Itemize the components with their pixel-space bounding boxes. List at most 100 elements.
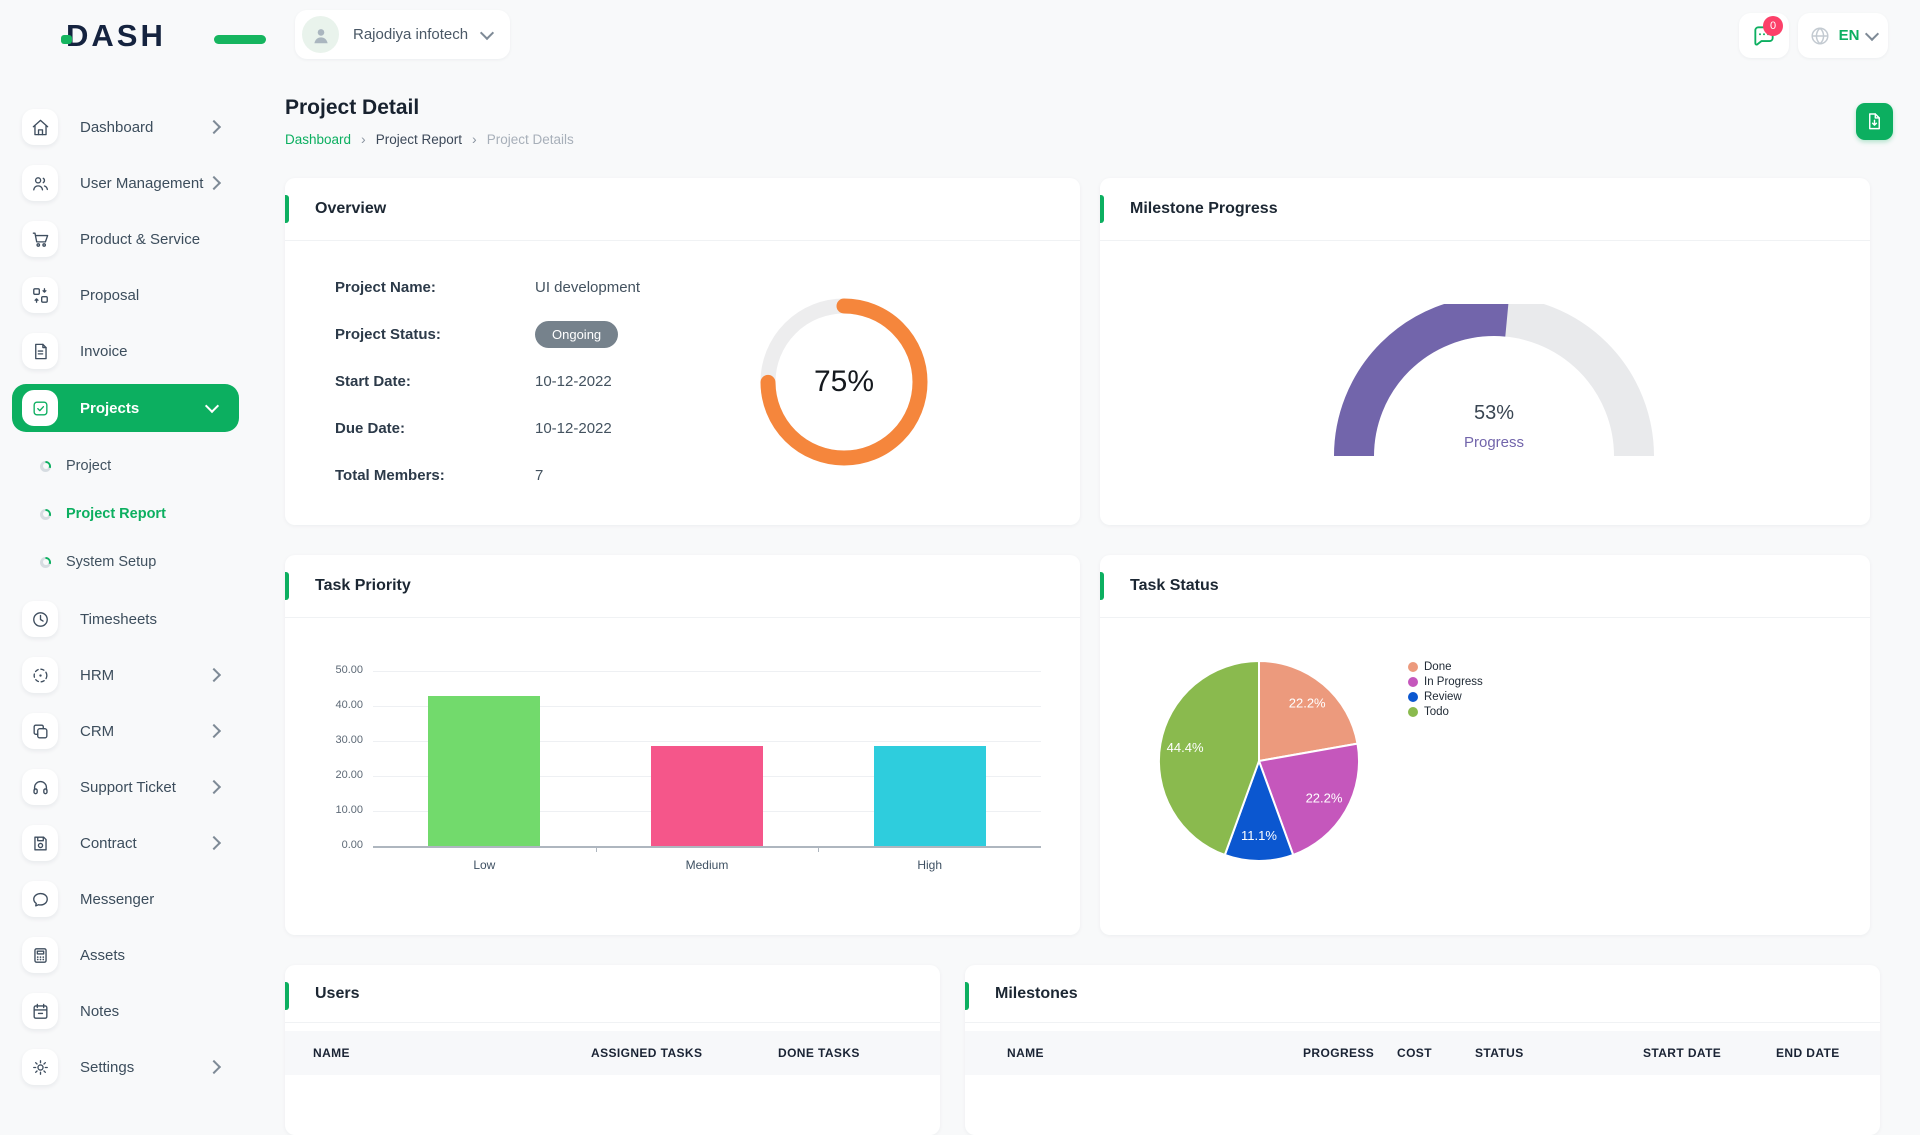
top-bar: DASH Rajodiya infotech: [0, 0, 1920, 72]
sidebar-item-label: Messenger: [80, 891, 154, 908]
overview-card-title: Overview: [285, 178, 1080, 241]
users-card-title: Users: [285, 965, 940, 1023]
legend-dot: [1408, 662, 1418, 672]
sidebar: Dashboard User Management Product & Servic…: [0, 72, 245, 1080]
overview-row-project-status: Project Status: Ongoing: [335, 321, 640, 348]
sidebar-item-label: Contract: [80, 835, 137, 852]
column-header-name: NAME: [1007, 1046, 1303, 1060]
legend-label: Done: [1424, 661, 1452, 673]
milestones-card: Milestones NAMEPROGRESSCOSTSTATUSSTART D…: [965, 965, 1880, 1135]
overview-detail-list: Project Name: UI development Project Sta…: [335, 274, 640, 509]
language-selector[interactable]: EN: [1798, 13, 1888, 58]
file-export-icon: [1865, 112, 1884, 131]
breadcrumb: Dashboard›Project Report›Project Details: [285, 131, 574, 147]
field-label: Project Name:: [335, 279, 535, 296]
sidebar-item-assets[interactable]: Assets: [0, 932, 245, 978]
export-button[interactable]: [1856, 103, 1893, 140]
notifications-button[interactable]: 0: [1739, 13, 1789, 58]
sidebar-item-support-ticket[interactable]: Support Ticket: [0, 764, 245, 810]
sidebar-item-invoice[interactable]: Invoice: [0, 328, 245, 374]
breadcrumb-separator: ›: [361, 131, 366, 147]
sidebar-item-notes[interactable]: Notes: [0, 988, 245, 1034]
column-header-cost: COST: [1397, 1046, 1475, 1060]
headset-icon: [22, 769, 58, 805]
pie-slice-label: 22.2%: [1289, 696, 1326, 711]
breadcrumb-item-dashboard[interactable]: Dashboard: [285, 132, 351, 147]
sidebar-item-label: Settings: [80, 1059, 134, 1076]
sidebar-item-timesheets[interactable]: Timesheets: [0, 596, 245, 642]
chevron-right-icon: [207, 668, 221, 682]
legend-item-todo: Todo: [1408, 706, 1483, 718]
crm-overlap-icon: [22, 713, 58, 749]
checkbox-icon: [22, 390, 58, 426]
sidebar-item-crm[interactable]: CRM: [0, 708, 245, 754]
x-axis-label-medium: Medium: [596, 858, 819, 872]
calculator-icon: [22, 937, 58, 973]
pie-slice-label: 11.1%: [1241, 828, 1277, 843]
task-status-card-title: Task Status: [1100, 555, 1870, 618]
milestones-card-title: Milestones: [965, 965, 1880, 1023]
legend-dot: [1408, 707, 1418, 717]
users-table-header: NAMEASSIGNED TASKSDONE TASKS: [285, 1031, 940, 1075]
sidebar-item-label: Support Ticket: [80, 779, 176, 796]
sidebar-item-label: User Management: [80, 175, 203, 192]
overview-card: Overview Project Name: UI development Pr…: [285, 178, 1080, 525]
sidebar-subitem-system-setup[interactable]: System Setup: [0, 538, 245, 586]
company-selector[interactable]: Rajodiya infotech: [295, 10, 510, 59]
chevron-right-icon: [207, 836, 221, 850]
bullet-icon: [40, 461, 51, 472]
x-axis-label-low: Low: [373, 858, 596, 872]
chat-bubble-icon: 0: [1751, 23, 1777, 49]
sidebar-item-settings[interactable]: Settings: [0, 1044, 245, 1090]
users-card: Users NAMEASSIGNED TASKSDONE TASKS: [285, 965, 940, 1135]
sidebar-subitem-project-report[interactable]: Project Report: [0, 490, 245, 538]
sidebar-item-product-service[interactable]: Product & Service: [0, 216, 245, 262]
sidebar-item-contract[interactable]: Contract: [0, 820, 245, 866]
brand-logo-text: DASH: [66, 18, 166, 54]
bullet-icon: [40, 557, 51, 568]
legend-label: In Progress: [1424, 676, 1483, 688]
chevron-down-icon: [480, 25, 494, 39]
chevron-right-icon: [207, 780, 221, 794]
sidebar-item-dashboard[interactable]: Dashboard: [0, 104, 245, 150]
sidebar-item-user-management[interactable]: User Management: [0, 160, 245, 206]
globe-icon: [1809, 25, 1831, 47]
brand-logo[interactable]: DASH: [66, 15, 166, 57]
field-value: 10-12-2022: [535, 373, 612, 390]
chevron-down-icon: [1865, 26, 1879, 40]
project-progress-donut: 75%: [754, 292, 934, 472]
x-axis-label-high: High: [818, 858, 1041, 872]
y-axis-tick: 20.00: [295, 769, 363, 781]
chevron-right-icon: [207, 120, 221, 134]
home-icon: [22, 109, 58, 145]
chevron-right-icon: [207, 176, 221, 190]
sidebar-subitem-label: System Setup: [66, 554, 156, 570]
breadcrumb-item-project-report[interactable]: Project Report: [376, 132, 462, 147]
x-axis-tickmark: [818, 846, 819, 852]
task-priority-card: Task Priority 0.0010.0020.0030.0040.0050…: [285, 555, 1080, 935]
milestone-progress-gauge: 53% Progress: [1334, 304, 1654, 474]
sidebar-subitem-label: Project: [66, 458, 111, 474]
field-label: Start Date:: [335, 373, 535, 390]
legend-label: Review: [1424, 691, 1462, 703]
chevron-down-icon: [205, 399, 219, 413]
y-axis-tick: 50.00: [295, 664, 363, 676]
sidebar-subitem-project[interactable]: Project: [0, 442, 245, 490]
overview-row-project-name: Project Name: UI development: [335, 274, 640, 301]
milestone-progress-card: Milestone Progress 53% Progress: [1100, 178, 1870, 525]
sidebar-item-label: Assets: [80, 947, 125, 964]
clock-icon: [22, 601, 58, 637]
sidebar-item-label: Proposal: [80, 287, 139, 304]
sidebar-item-messenger[interactable]: Messenger: [0, 876, 245, 922]
gauge-center-label: 53%: [1334, 402, 1654, 425]
field-label: Due Date:: [335, 420, 535, 437]
sidebar-item-projects[interactable]: Projects: [12, 384, 239, 432]
legend-item-review: Review: [1408, 691, 1483, 703]
task-priority-bar-chart: 0.0010.0020.0030.0040.0050.00LowMediumHi…: [373, 671, 1041, 846]
sidebar-item-proposal[interactable]: Proposal: [0, 272, 245, 318]
column-header-start-date: START DATE: [1643, 1046, 1776, 1060]
sidebar-item-hrm[interactable]: HRM: [0, 652, 245, 698]
milestones-table-header: NAMEPROGRESSCOSTSTATUSSTART DATEEND DATE: [965, 1031, 1880, 1075]
sidebar-item-label: Invoice: [80, 343, 128, 360]
overview-row-start-date: Start Date: 10-12-2022: [335, 368, 640, 395]
